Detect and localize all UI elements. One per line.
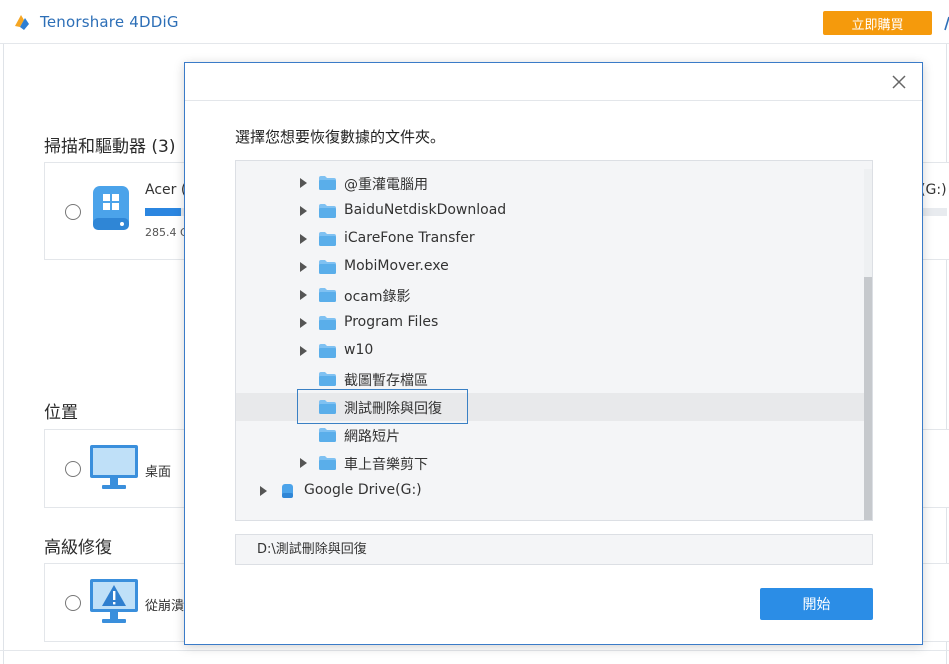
- tree-row-label: w10: [344, 342, 374, 358]
- drive-icon: [282, 484, 293, 498]
- tree-row-label: 車上音樂剪下: [344, 457, 428, 473]
- dialog-prompt: 選擇您想要恢復數據的文件夾。: [235, 128, 446, 146]
- folder-icon: [319, 176, 336, 190]
- expand-arrow-icon[interactable]: [300, 234, 307, 244]
- expand-arrow-icon[interactable]: [300, 206, 307, 216]
- location-label-desktop: 桌面: [145, 465, 172, 480]
- tree-folder-row[interactable]: Program Files: [236, 309, 864, 337]
- tree-scrollbar[interactable]: [864, 169, 872, 520]
- tree-row-label: Program Files: [344, 314, 439, 330]
- folder-icon: [319, 204, 336, 218]
- tree-row-label: BaiduNetdiskDownload: [344, 202, 507, 218]
- tree-row-label: MobiMover.exe: [344, 258, 449, 274]
- expand-arrow-icon[interactable]: [300, 290, 307, 300]
- tree-folder-row[interactable]: @重灌電腦用: [236, 169, 864, 197]
- drive-usage-fill: [145, 208, 181, 216]
- folder-icon: [319, 232, 336, 246]
- tree-folder-row[interactable]: BaiduNetdiskDownload: [236, 197, 864, 225]
- buy-now-button[interactable]: 立即購買: [823, 11, 932, 35]
- folder-icon: [319, 428, 336, 442]
- drive-usage-bar: [145, 208, 185, 216]
- app-title: Tenorshare 4DDiG: [40, 13, 179, 31]
- tree-folder-row[interactable]: iCareFone Transfer: [236, 225, 864, 253]
- tree-row-label: @重灌電腦用: [344, 177, 428, 193]
- expand-arrow-icon[interactable]: [260, 486, 267, 496]
- folder-icon: [319, 344, 336, 358]
- location-section-title: 位置: [44, 403, 78, 423]
- tree-folder-row[interactable]: ocam錄影: [236, 281, 864, 309]
- tree-row-label: 截圖暫存檔區: [344, 373, 428, 389]
- expand-arrow-icon[interactable]: [300, 346, 307, 356]
- drives-section-title: 掃描和驅動器 (3): [44, 137, 176, 157]
- tree-row-label: Google Drive(G:): [304, 482, 422, 498]
- advanced-label-crash: 從崩潰: [145, 599, 185, 614]
- location-radio-desktop[interactable]: [65, 461, 81, 477]
- expand-arrow-icon[interactable]: [300, 458, 307, 468]
- tree-folder-row[interactable]: w10: [236, 337, 864, 365]
- tree-folder-row[interactable]: 車上音樂剪下: [236, 449, 864, 477]
- user-icon[interactable]: [943, 14, 949, 32]
- drive-size-acer: 285.4 G: [145, 226, 189, 239]
- dialog-header: [185, 63, 922, 101]
- folder-icon: [319, 260, 336, 274]
- advanced-radio-crash[interactable]: [65, 595, 81, 611]
- folder-icon: [319, 288, 336, 302]
- left-panel-edge: [0, 44, 4, 664]
- warning-monitor-icon: [90, 579, 138, 623]
- tree-drive-row[interactable]: Google Drive(G:): [236, 477, 864, 505]
- tree-scrollbar-thumb[interactable]: [864, 277, 872, 520]
- drive-label-acer: Acer (: [145, 182, 187, 198]
- tree-row-label: iCareFone Transfer: [344, 230, 475, 246]
- tree-row-label: ocam錄影: [344, 289, 411, 305]
- bottom-divider: [0, 650, 949, 651]
- drive-radio-acer[interactable]: [65, 204, 81, 220]
- folder-icon: [319, 372, 336, 386]
- app-logo-icon: [15, 15, 29, 30]
- selected-path-field[interactable]: D:\測試刪除與回復: [235, 534, 873, 565]
- title-bar: Tenorshare 4DDiG 立即購買: [0, 0, 949, 44]
- hard-drive-icon: [93, 186, 129, 230]
- folder-icon: [319, 316, 336, 330]
- expand-arrow-icon[interactable]: [300, 178, 307, 188]
- expand-arrow-icon[interactable]: [300, 318, 307, 328]
- desktop-monitor-icon: [90, 445, 138, 489]
- folder-select-dialog: 選擇您想要恢復數據的文件夾。 @重灌電腦用 BaiduNetdiskDownloa…: [184, 62, 923, 645]
- expand-arrow-icon[interactable]: [300, 262, 307, 272]
- folder-icon: [319, 456, 336, 470]
- folder-tree: @重灌電腦用 BaiduNetdiskDownload iCareFone Tran…: [235, 160, 873, 521]
- advanced-section-title: 高級修復: [44, 538, 112, 558]
- tree-folder-row[interactable]: MobiMover.exe: [236, 253, 864, 281]
- close-icon[interactable]: [891, 74, 907, 90]
- tree-row-label: 網路短片: [344, 429, 400, 445]
- start-button[interactable]: 開始: [760, 588, 873, 620]
- selected-folder-outline: [297, 389, 468, 424]
- tree-folder-row[interactable]: 網路短片: [236, 421, 864, 449]
